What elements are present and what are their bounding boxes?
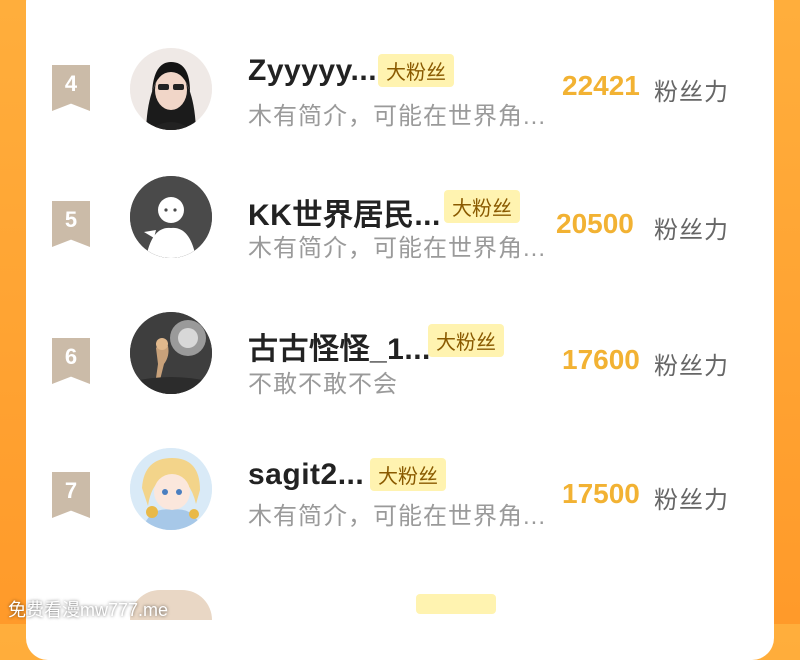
rank-badge: 6 bbox=[52, 338, 90, 384]
user-name[interactable]: sagit2... bbox=[248, 458, 364, 492]
avatar[interactable] bbox=[130, 48, 212, 130]
big-fan-badge: 大粉丝 bbox=[370, 458, 446, 491]
fan-power-score: 22421 bbox=[562, 70, 640, 101]
user-name[interactable]: 古古怪怪_1... bbox=[248, 324, 431, 368]
watermark: 免费看漫mw777.me bbox=[8, 600, 169, 620]
big-fan-badge: 大粉丝 bbox=[428, 324, 504, 357]
fan-power-label: 粉丝力 bbox=[654, 487, 729, 514]
ranking-row[interactable]: 4 Zyyyyy... 大粉丝 木有简介，可能在世界角... 22421 粉丝力 bbox=[26, 44, 774, 154]
fan-power-label: 粉丝力 bbox=[654, 217, 729, 244]
ranking-row[interactable]: 6 古古怪怪_1... 大粉丝 不敢不敢不会 17600 粉丝力 bbox=[26, 312, 774, 440]
big-fan-badge-partial bbox=[416, 594, 496, 614]
avatar[interactable] bbox=[130, 448, 212, 530]
rank-badge: 4 bbox=[52, 65, 90, 111]
user-bio: 木有简介，可能在世界角... bbox=[248, 235, 547, 262]
avatar[interactable] bbox=[130, 312, 212, 394]
ranking-row[interactable]: 5 KK世界居民... 大粉丝 木有简介，可能在世界角... 20500 粉丝力 bbox=[26, 176, 774, 300]
avatar[interactable] bbox=[130, 176, 212, 258]
user-bio: 木有简介，可能在世界角... bbox=[248, 503, 547, 530]
fan-power-label: 粉丝力 bbox=[654, 353, 729, 380]
ranking-row[interactable]: 7 sagit2... 大粉丝 木有简介，可能在世界角... 17500 粉丝力 bbox=[26, 448, 774, 576]
fan-power-score: 20500 bbox=[556, 208, 634, 239]
fan-power-label: 粉丝力 bbox=[654, 79, 729, 106]
rank-badge: 5 bbox=[52, 201, 90, 247]
big-fan-badge: 大粉丝 bbox=[378, 54, 454, 87]
user-name[interactable]: Zyyyyy... bbox=[248, 54, 377, 88]
ranking-card: 4 Zyyyyy... 大粉丝 木有简介，可能在世界角... 22421 粉丝力… bbox=[26, 0, 774, 660]
big-fan-badge: 大粉丝 bbox=[444, 190, 520, 223]
fan-power-score: 17500 bbox=[562, 478, 640, 509]
user-bio: 木有简介，可能在世界角... bbox=[248, 103, 547, 130]
user-bio: 不敢不敢不会 bbox=[248, 371, 398, 398]
fan-power-score: 17600 bbox=[562, 344, 640, 375]
rank-badge: 7 bbox=[52, 472, 90, 518]
